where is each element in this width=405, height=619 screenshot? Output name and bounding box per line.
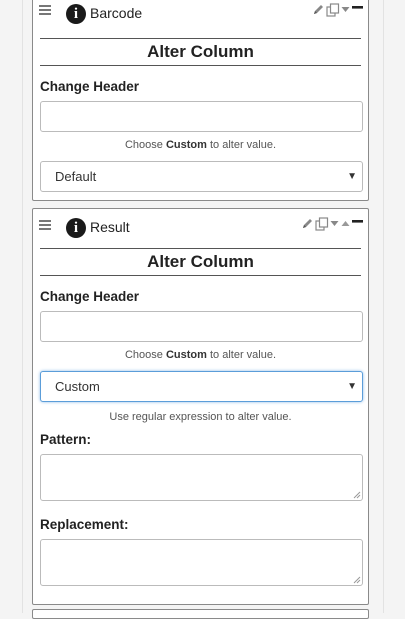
- replacement-label: Replacement:: [40, 517, 129, 532]
- custom-hint-prefix: Choose: [124, 139, 166, 151]
- info-icon[interactable]: i: [66, 4, 86, 24]
- menu-icon[interactable]: [39, 220, 51, 230]
- column-panel-barcode: i Barcode Alter Column Change Header Cho…: [32, 0, 369, 201]
- move-down-icon[interactable]: [330, 219, 339, 228]
- panel-tools: [301, 217, 367, 231]
- change-header-input[interactable]: [40, 311, 363, 342]
- panel-tools: [312, 3, 367, 17]
- custom-hint-keyword: Custom: [165, 349, 207, 361]
- panel-title: Result: [90, 219, 130, 235]
- collapse-icon[interactable]: [352, 217, 363, 226]
- copy-icon[interactable]: [326, 3, 340, 17]
- edit-icon[interactable]: [312, 3, 325, 16]
- replacement-input[interactable]: [40, 539, 363, 586]
- custom-hint-suffix: to alter value.: [206, 349, 277, 361]
- custom-hint: Choose Custom to alter value.: [33, 342, 368, 368]
- column-panel-result: i Result Alter Column Change Header Choo…: [32, 208, 369, 605]
- alter-mode-select[interactable]: Default ▼: [40, 161, 363, 192]
- custom-hint: Choose Custom to alter value.: [33, 132, 368, 158]
- right-gutter: [383, 0, 405, 613]
- left-gutter: [0, 0, 23, 613]
- change-header-label: Change Header: [40, 289, 140, 304]
- alter-mode-select[interactable]: Custom ▼: [40, 371, 363, 402]
- chevron-down-icon: ▼: [347, 171, 357, 182]
- section-title: Alter Column: [147, 252, 254, 271]
- resize-grip-icon[interactable]: [353, 576, 361, 584]
- pattern-input[interactable]: [40, 454, 363, 501]
- change-header-label: Change Header: [40, 79, 140, 94]
- info-icon[interactable]: i: [66, 218, 86, 238]
- edit-icon[interactable]: [301, 217, 314, 230]
- panel-title: Barcode: [90, 5, 143, 21]
- change-header-input[interactable]: [40, 101, 363, 132]
- section-title: Alter Column: [147, 42, 254, 61]
- move-up-icon[interactable]: [341, 219, 350, 228]
- custom-hint-keyword: Custom: [165, 139, 207, 151]
- resize-grip-icon[interactable]: [353, 491, 361, 499]
- alter-mode-value: Custom: [55, 379, 100, 394]
- panel-header: i Barcode: [33, 0, 368, 27]
- menu-icon[interactable]: [39, 5, 51, 15]
- custom-hint-prefix: Choose: [124, 349, 166, 361]
- collapse-icon[interactable]: [352, 3, 363, 12]
- copy-icon[interactable]: [315, 217, 329, 231]
- move-down-icon[interactable]: [341, 5, 350, 14]
- chevron-down-icon: ▼: [347, 381, 357, 392]
- panel-header: i Result: [33, 209, 368, 238]
- alter-mode-value: Default: [55, 169, 97, 184]
- column-panel-next: [32, 609, 369, 619]
- regex-hint: Use regular expression to alter value.: [109, 411, 292, 423]
- custom-hint-suffix: to alter value.: [206, 139, 277, 151]
- pattern-label: Pattern:: [40, 432, 92, 447]
